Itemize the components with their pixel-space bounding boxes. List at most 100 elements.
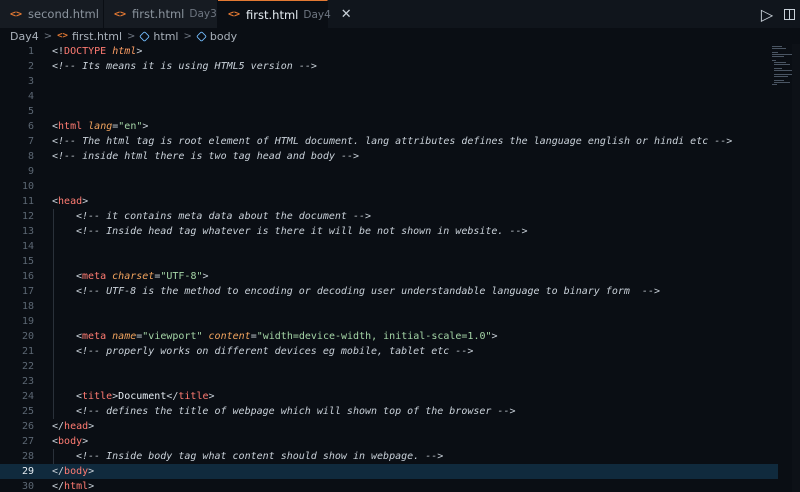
- code-line[interactable]: 6 <html lang="en">: [0, 119, 778, 134]
- code-line[interactable]: 10: [0, 179, 778, 194]
- code-line[interactable]: 16 <meta charset="UTF-8">: [0, 269, 778, 284]
- code-line[interactable]: 17 <!-- UTF-8 is the method to encoding …: [0, 284, 778, 299]
- punct: >: [82, 196, 89, 207]
- code-line[interactable]: 9: [0, 164, 778, 179]
- line-content: </body>: [52, 464, 94, 479]
- breadcrumb-folder[interactable]: Day4: [10, 30, 39, 43]
- indent-guide: [53, 374, 54, 389]
- code-line[interactable]: 15: [0, 254, 778, 269]
- code-line[interactable]: 1 <!DOCTYPE html>: [0, 44, 778, 59]
- code-line[interactable]: 19: [0, 314, 778, 329]
- minimap-line: [774, 74, 792, 75]
- line-number: 4: [27, 91, 34, 102]
- code-line[interactable]: 26 </head>: [0, 419, 778, 434]
- minimap-line: [774, 70, 792, 71]
- code-line[interactable]: 30 </html>: [0, 479, 778, 492]
- indent-guide: [53, 239, 54, 254]
- breadcrumb-symbol-body[interactable]: body: [210, 30, 237, 43]
- split-editor-icon[interactable]: [778, 0, 800, 28]
- code-line-current[interactable]: 29 </body>: [0, 464, 778, 479]
- code-line[interactable]: 23: [0, 374, 778, 389]
- code-line[interactable]: 2 <!-- Its means it is using HTML5 versi…: [0, 59, 778, 74]
- line-content: <head>: [52, 194, 88, 209]
- breadcrumb-file[interactable]: first.html: [72, 30, 122, 43]
- tag-name: title: [82, 391, 113, 402]
- indent-guide: [53, 404, 54, 419]
- tag-name: meta: [82, 271, 107, 282]
- code-line[interactable]: 21 <!-- properly works on different devi…: [0, 344, 778, 359]
- attribute-value: "UTF-8": [160, 271, 203, 282]
- code-line[interactable]: 28 <!-- Inside body tag what content sho…: [0, 449, 778, 464]
- code-line[interactable]: 22: [0, 359, 778, 374]
- code-line[interactable]: 20 <meta name="viewport" content="width=…: [0, 329, 778, 344]
- indent-guide: [53, 449, 54, 464]
- code-line[interactable]: 5: [0, 104, 778, 119]
- line-number: 14: [21, 241, 34, 252]
- code-line[interactable]: 13 <!-- Inside head tag whatever is ther…: [0, 224, 778, 239]
- code-editor[interactable]: 1 <!DOCTYPE html> 2 <!-- Its means it is…: [0, 44, 800, 492]
- line-number: 7: [27, 136, 34, 147]
- comment: <!-- inside html there is two tag head a…: [52, 151, 360, 162]
- vertical-scrollbar[interactable]: [792, 44, 800, 492]
- code-line[interactable]: 11 <head>: [0, 194, 778, 209]
- symbol-element-icon: [139, 30, 151, 42]
- attribute-value: "width=device-width, initial-scale=1.0": [256, 331, 492, 342]
- tab-second-html[interactable]: <> second.html: [0, 0, 104, 28]
- comment: <!-- Its means it is using HTML5 version…: [52, 61, 317, 72]
- doctype-value: html: [112, 46, 137, 57]
- indent-guide: [53, 299, 54, 314]
- indent-guide: [53, 284, 54, 299]
- line-number: 16: [21, 271, 34, 282]
- tab-description: Day4: [303, 8, 331, 21]
- chevron-right-icon: >: [43, 30, 53, 42]
- code-line[interactable]: 14: [0, 239, 778, 254]
- minimap-line: [772, 56, 784, 57]
- code-line[interactable]: 8 <!-- inside html there is two tag head…: [0, 149, 778, 164]
- tag-name: body: [64, 466, 89, 477]
- code-line[interactable]: 18: [0, 299, 778, 314]
- tab-first-html-day3[interactable]: <> first.html Day3: [104, 0, 218, 28]
- minimap-line: [772, 52, 778, 53]
- code-line[interactable]: 7 <!-- The html tag is root element of H…: [0, 134, 778, 149]
- punct: >: [491, 331, 498, 342]
- breadcrumb-symbol-html[interactable]: html: [153, 30, 178, 43]
- line-number: 20: [21, 331, 34, 342]
- indent-guide: [53, 209, 54, 224]
- comment: <!-- properly works on different devices…: [76, 346, 474, 357]
- line-content: <body>: [52, 434, 88, 449]
- code-line[interactable]: 25 <!-- defines the title of webpage whi…: [0, 404, 778, 419]
- line-number: 10: [21, 181, 34, 192]
- run-icon[interactable]: ▷: [756, 0, 778, 28]
- tab-description: Day3: [189, 8, 217, 20]
- code-line[interactable]: 3: [0, 74, 778, 89]
- attribute-name: lang: [88, 121, 113, 132]
- tag-name: meta: [82, 331, 107, 342]
- punct: >: [202, 271, 209, 282]
- line-number: 28: [21, 451, 34, 462]
- code-line[interactable]: 12 <!-- it contains meta data about the …: [0, 209, 778, 224]
- minimap-line: [774, 68, 782, 69]
- tab-bar-empty-space: [328, 0, 756, 28]
- tab-label: second.html: [28, 7, 99, 21]
- comment: <!-- UTF-8 is the method to encoding or …: [76, 286, 660, 297]
- doctype-keyword: DOCTYPE: [64, 46, 107, 57]
- line-number: 27: [21, 436, 34, 447]
- line-content: <html lang="en">: [52, 119, 148, 134]
- line-number: 9: [27, 166, 34, 177]
- indent-guide: [53, 329, 54, 344]
- tab-first-html-day4[interactable]: <> first.html Day4 ✕: [218, 0, 352, 28]
- comment: <!-- Inside head tag whatever is there i…: [76, 226, 528, 237]
- code-line[interactable]: 4: [0, 89, 778, 104]
- line-number: 30: [21, 481, 34, 492]
- indent-guide: [53, 269, 54, 284]
- attribute-name: content: [208, 331, 251, 342]
- punct: >: [88, 481, 95, 492]
- code-line[interactable]: 24 <title>Document</title>: [0, 389, 778, 404]
- minimap-line: [772, 84, 777, 85]
- attribute-value: "viewport": [142, 331, 203, 342]
- code-editor-window: <> second.html <> first.html Day3 <> fir…: [0, 0, 800, 492]
- line-number: 8: [27, 151, 34, 162]
- punct: <!: [52, 46, 65, 57]
- code-line[interactable]: 27 <body>: [0, 434, 778, 449]
- minimap-line: [772, 46, 782, 47]
